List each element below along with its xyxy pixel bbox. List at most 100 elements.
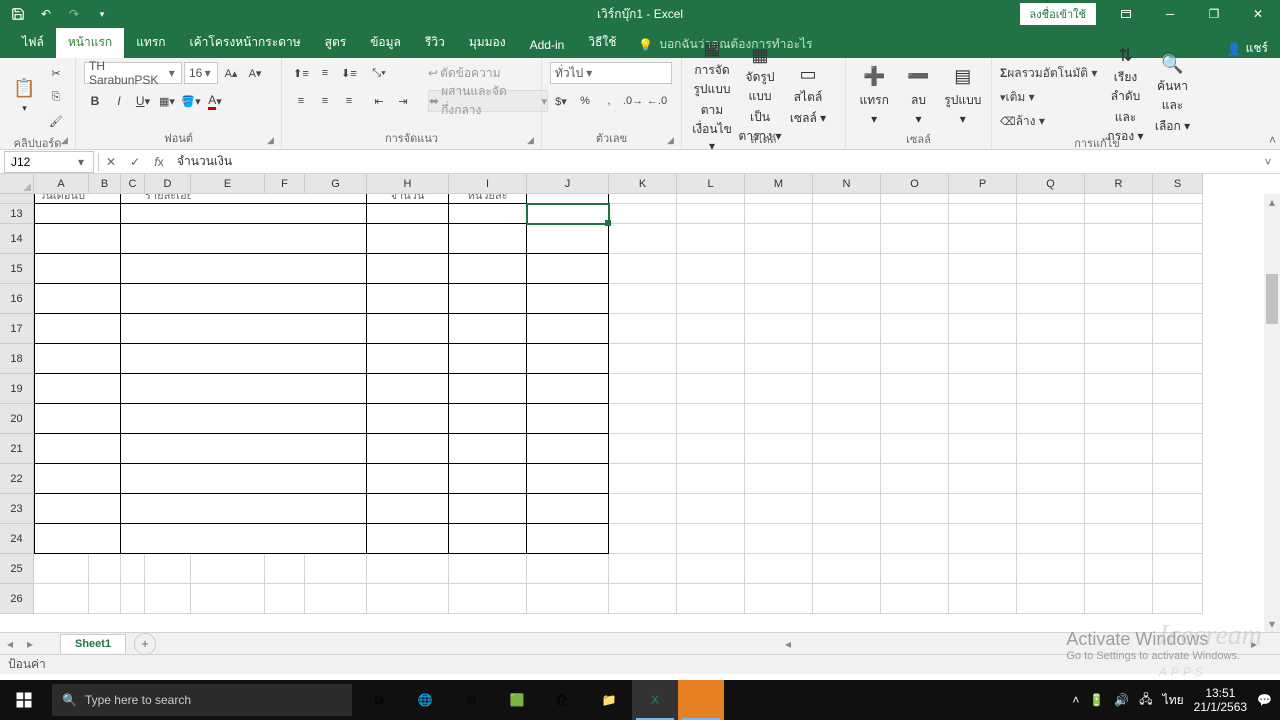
cell[interactable] <box>34 494 89 524</box>
increase-decimal-button[interactable]: .0→ <box>622 90 644 112</box>
cell[interactable] <box>881 284 949 314</box>
tab-data[interactable]: ข้อมูล <box>358 27 413 58</box>
cell[interactable] <box>367 374 449 404</box>
cell[interactable] <box>1085 554 1153 584</box>
cell[interactable] <box>191 494 265 524</box>
enter-entry-button[interactable]: ✓ <box>123 151 147 173</box>
cell[interactable] <box>1017 204 1085 224</box>
cell[interactable] <box>1153 494 1203 524</box>
cell[interactable] <box>34 374 89 404</box>
cell[interactable] <box>367 584 449 614</box>
hscroll-right-icon[interactable]: ▸ <box>1246 637 1262 651</box>
cell[interactable] <box>745 254 813 284</box>
row-header[interactable]: 24 <box>0 524 34 554</box>
cell[interactable] <box>1153 434 1203 464</box>
cell[interactable] <box>1153 204 1203 224</box>
insert-function-button[interactable]: fx <box>147 151 171 173</box>
qat-customize-icon[interactable]: ▾ <box>88 2 116 26</box>
tray-chevron-icon[interactable]: ˄ <box>1072 693 1079 707</box>
cell[interactable] <box>191 404 265 434</box>
cell[interactable] <box>145 404 191 434</box>
cell[interactable] <box>121 284 145 314</box>
cell[interactable] <box>527 404 609 434</box>
cell[interactable] <box>677 554 745 584</box>
cell[interactable] <box>191 284 265 314</box>
cell[interactable] <box>677 464 745 494</box>
format-table-button[interactable]: ▦จัดรูปแบบเป็นตาราง ▾ <box>738 62 782 128</box>
cell[interactable] <box>265 224 305 254</box>
cell[interactable] <box>34 344 89 374</box>
cell[interactable] <box>191 254 265 284</box>
cell[interactable] <box>609 464 677 494</box>
cell[interactable] <box>145 434 191 464</box>
cell[interactable] <box>121 434 145 464</box>
cell[interactable] <box>745 464 813 494</box>
cell[interactable] <box>745 284 813 314</box>
cell[interactable] <box>449 524 527 554</box>
fill-button[interactable]: ▾ เติม ▾ <box>1000 86 1100 108</box>
cell[interactable] <box>265 254 305 284</box>
cell[interactable] <box>121 204 145 224</box>
cell[interactable] <box>813 314 881 344</box>
row-header[interactable]: 18 <box>0 344 34 374</box>
font-size-combo[interactable]: 16▾ <box>184 62 218 84</box>
cell[interactable] <box>265 494 305 524</box>
col-header-L[interactable]: L <box>677 174 745 194</box>
explorer-app-icon[interactable]: 📁 <box>586 680 632 720</box>
number-launcher-icon[interactable]: ◢ <box>667 135 679 147</box>
cell[interactable] <box>677 374 745 404</box>
cell[interactable] <box>145 464 191 494</box>
row-header[interactable]: 15 <box>0 254 34 284</box>
cell[interactable] <box>89 314 121 344</box>
cell[interactable] <box>145 254 191 284</box>
merge-center-button[interactable]: ⬌ ผสานและจัดกึ่งกลาง ▾ <box>428 90 548 112</box>
number-format-combo[interactable]: ทั่วไป▾ <box>550 62 672 84</box>
cell[interactable] <box>1017 344 1085 374</box>
cell[interactable] <box>191 374 265 404</box>
align-middle-button[interactable]: ≡ <box>314 62 336 84</box>
cell[interactable] <box>527 374 609 404</box>
cell[interactable] <box>745 224 813 254</box>
cell[interactable] <box>1085 374 1153 404</box>
cell[interactable] <box>305 224 367 254</box>
save-button[interactable] <box>4 2 32 26</box>
format-painter-button[interactable]: 🖌 <box>45 110 67 132</box>
cell[interactable] <box>121 344 145 374</box>
cell[interactable] <box>949 464 1017 494</box>
cell[interactable] <box>1085 314 1153 344</box>
cell[interactable] <box>813 524 881 554</box>
lang-indicator[interactable]: ไทย <box>1163 691 1184 710</box>
cell[interactable] <box>949 494 1017 524</box>
cell[interactable] <box>305 584 367 614</box>
cell[interactable] <box>1153 464 1203 494</box>
cell[interactable] <box>745 314 813 344</box>
row-header[interactable]: 26 <box>0 584 34 614</box>
cell[interactable] <box>949 344 1017 374</box>
cell[interactable] <box>1085 494 1153 524</box>
cell[interactable] <box>527 554 609 584</box>
tab-next-icon[interactable]: ▸ <box>20 637 40 651</box>
alignment-launcher-icon[interactable]: ◢ <box>527 135 539 147</box>
cell[interactable] <box>949 284 1017 314</box>
cell[interactable] <box>949 254 1017 284</box>
col-header-N[interactable]: N <box>813 174 881 194</box>
cancel-entry-button[interactable]: ✕ <box>99 151 123 173</box>
cell[interactable] <box>1017 404 1085 434</box>
col-header-K[interactable]: K <box>609 174 677 194</box>
cell[interactable] <box>745 494 813 524</box>
cell[interactable] <box>745 204 813 224</box>
cell[interactable] <box>813 284 881 314</box>
sheet-tab-sheet1[interactable]: Sheet1 <box>60 634 126 653</box>
tell-me-search[interactable]: 💡 บอกฉันว่าคุณต้องการทำอะไร <box>628 31 822 58</box>
cell-styles-button[interactable]: ▭สไตล์เซลล์ ▾ <box>786 62 830 128</box>
cell[interactable] <box>527 344 609 374</box>
cell[interactable] <box>1153 344 1203 374</box>
cell[interactable] <box>121 464 145 494</box>
cell[interactable] <box>881 494 949 524</box>
find-select-button[interactable]: 🔍ค้นหาและเลือก ▾ <box>1151 62 1194 128</box>
row-header[interactable]: 17 <box>0 314 34 344</box>
cell[interactable] <box>813 584 881 614</box>
cell[interactable] <box>305 524 367 554</box>
insert-cells-button[interactable]: ➕แทรก▾ <box>854 62 894 128</box>
cell[interactable] <box>121 584 145 614</box>
